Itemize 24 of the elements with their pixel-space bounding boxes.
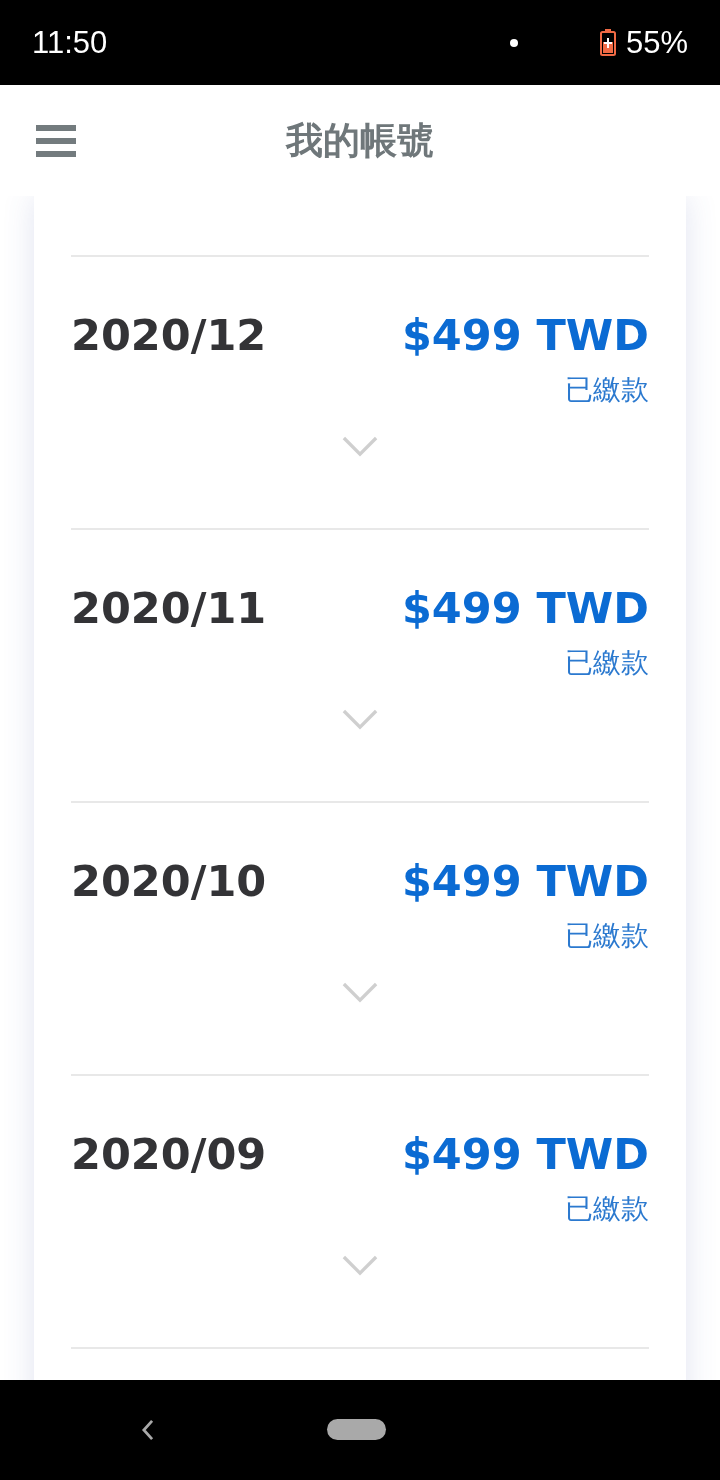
bill-month: 2020/10 [71, 855, 267, 907]
payment-status: 已繳款 [565, 646, 649, 680]
bill-amount: $499 TWD [401, 582, 649, 634]
bill-amount: $499 TWD [401, 309, 649, 361]
bill-amount: $499 TWD [401, 855, 649, 907]
menu-icon[interactable] [36, 125, 76, 157]
page-title: 我的帳號 [286, 117, 434, 164]
bill-month: 2020/11 [71, 582, 267, 634]
payment-status: 已繳款 [565, 1192, 649, 1226]
notification-dot-icon [509, 38, 518, 47]
battery-percentage: 55% [625, 24, 688, 61]
bill-month: 2020/09 [71, 1128, 267, 1180]
battery-icon [599, 29, 616, 56]
chevron-down-icon[interactable] [342, 1255, 378, 1276]
payment-status: 已繳款 [565, 919, 649, 953]
chevron-down-icon[interactable] [342, 982, 378, 1003]
payment-status: 已繳款 [565, 373, 649, 407]
chevron-down-icon[interactable] [342, 709, 378, 730]
bill-month: 2020/12 [71, 309, 267, 361]
back-icon[interactable] [141, 1419, 154, 1441]
home-handle[interactable] [327, 1419, 386, 1440]
chevron-down-icon[interactable] [342, 436, 378, 457]
status-time: 11:50 [32, 24, 108, 61]
bill-amount: $499 TWD [401, 1128, 649, 1180]
